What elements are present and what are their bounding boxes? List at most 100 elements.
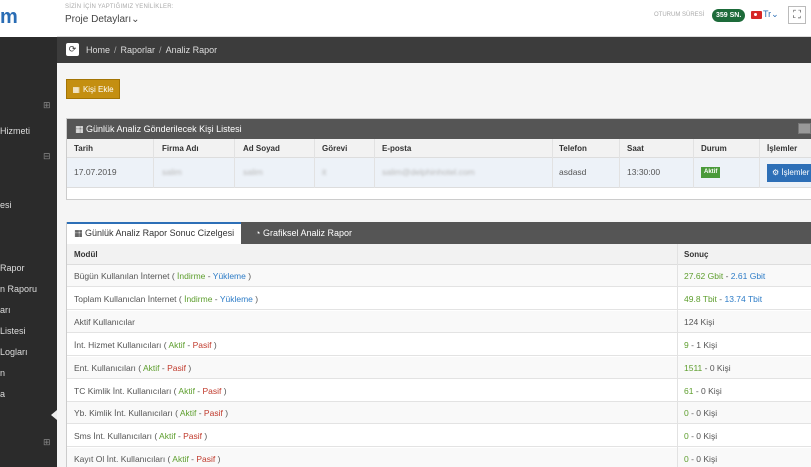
news-dropdown-label: Proje Detayları [65, 14, 132, 25]
module-cell: Bügün Kullanılan İnternet ( İndirme - Yü… [74, 271, 252, 281]
result-value-2: 1 Kişi [696, 339, 718, 350]
tab-label: Grafiksel Analiz Rapor [262, 228, 352, 238]
module-tag-b: Yükleme [219, 293, 253, 304]
cell-company: salim [162, 167, 182, 177]
module-name: Yb. Kimlik İnt. Kullanıcıları [74, 408, 173, 419]
report-panel: ▦ Günlük Analiz Rapor Sonuc Cizelgesi ◔ … [66, 222, 811, 467]
result-cell: 1511 - 0 Kişi [684, 362, 731, 373]
module-tag-a: Aktif [178, 385, 195, 396]
panel-title: Günlük Analiz Gönderilecek Kişi Listesi [86, 124, 242, 134]
logo-text: m [0, 6, 18, 28]
module-tag-b: Pasif [202, 385, 222, 396]
module-name: Aktif Kullanıcılar [74, 316, 135, 327]
module-name: Kayıt Ol İnt. Kullanıcıları [74, 454, 166, 465]
fullscreen-button[interactable]: ⛶ [788, 6, 806, 24]
panel-header: ▦ Günlük Analiz Gönderilecek Kişi Listes… [67, 119, 811, 139]
operations-label: İşlemler [781, 168, 810, 177]
expand-icon: ⛶ [793, 8, 801, 21]
module-tag-a: Aktif [159, 431, 176, 442]
module-tag-b: Pasif [183, 431, 203, 442]
col-header[interactable]: Ad Soyad [243, 144, 280, 153]
col-header[interactable]: Telefon [559, 144, 587, 153]
add-person-button[interactable]: ▦ Kişi Ekle [66, 79, 120, 99]
tab-bar: ▦ Günlük Analiz Rapor Sonuc Cizelgesi ◔ … [67, 222, 811, 244]
sidebar-item-a[interactable]: a [0, 389, 5, 399]
module-name: Sms İnt. Kullanıcıları [74, 431, 152, 442]
module-cell: Aktif Kullanıcılar [74, 317, 135, 327]
result-value-2: 0 Kişi [696, 454, 718, 465]
sidebar-item-ari[interactable]: arı [0, 305, 11, 315]
news-dropdown[interactable]: Proje Detayları⌄ [65, 14, 140, 25]
col-header[interactable]: Firma Adı [162, 144, 199, 153]
col-header-module: Modül [74, 250, 98, 259]
result-cell: 9 - 1 Kişi [684, 339, 718, 350]
add-person-label: Kişi Ekle [82, 84, 114, 94]
table-row[interactable]: 17.07.2019 salim salim it salim@delphinh… [67, 158, 811, 188]
result-value-2: 0 Kişi [696, 408, 718, 419]
table-row: Aktif Kullanıcılar 124 Kişi [67, 310, 811, 333]
result-value-1: 124 Kişi [684, 316, 715, 327]
module-cell: Ent. Kullanıcıları ( Aktif - Pasif ) [74, 362, 192, 373]
collapse-button[interactable] [798, 123, 811, 134]
refresh-icon[interactable]: ⟳ [66, 43, 79, 56]
table-row: TC Kimlik İnt. Kullanıcıları ( Aktif - P… [67, 380, 811, 402]
sidebar-item-n[interactable]: n [0, 368, 5, 378]
tab-daily-report[interactable]: ▦ Günlük Analiz Rapor Sonuc Cizelgesi [67, 222, 242, 244]
session-label: OTURUM SÜRESİ [654, 12, 705, 18]
module-tag-a: İndirme [184, 293, 213, 304]
plus-icon[interactable]: ⊞ [43, 100, 51, 111]
col-header[interactable]: E-posta [382, 144, 411, 153]
minus-icon[interactable]: ⊟ [43, 151, 51, 162]
table-header: Tarih Firma Adı Ad Soyad Görevi E-posta … [67, 139, 811, 158]
logo[interactable]: m [0, 0, 57, 37]
breadcrumb-home[interactable]: Home [86, 45, 110, 55]
cell-date: 17.07.2019 [74, 167, 117, 177]
col-header-result: Sonuç [684, 250, 709, 259]
plus-icon[interactable]: ⊞ [43, 437, 51, 448]
session-timer-badge: 359 SN. [712, 9, 746, 22]
person-list-panel: ▦ Günlük Analiz Gönderilecek Kişi Listes… [66, 118, 811, 200]
result-value-1: 61 [684, 385, 694, 396]
language-select[interactable]: Tr⌄ [763, 9, 779, 20]
tab-graphic-report[interactable]: ◔ Grafiksel Analiz Rapor [248, 222, 359, 244]
sidebar-item-hizmeti[interactable]: Hizmeti [0, 126, 30, 136]
sidebar: ⊞ Hizmeti ⊟ esi Rapor n Raporu arı Liste… [0, 37, 57, 467]
col-header[interactable]: Tarih [74, 144, 93, 153]
table-icon: ▦ [74, 228, 83, 238]
turkish-flag-icon [751, 11, 762, 19]
table-row: Bügün Kullanılan İnternet ( İndirme - Yü… [67, 265, 811, 287]
report-rows: Bügün Kullanılan İnternet ( İndirme - Yü… [67, 265, 811, 467]
result-value-1: 9 [684, 339, 689, 350]
sidebar-item-esi[interactable]: esi [0, 200, 12, 210]
news-label: SİZİN İÇİN YAPTIĞIMIZ YENİLİKLER: [65, 4, 174, 10]
operations-button[interactable]: ⚙ İşlemler [767, 164, 811, 182]
sidebar-item-rapor[interactable]: Rapor [0, 263, 25, 273]
col-header[interactable]: Görevi [322, 144, 347, 153]
col-header[interactable]: Durum [701, 144, 727, 153]
col-header[interactable]: Saat [627, 144, 644, 153]
result-value-2: 2.61 Gbit [730, 271, 766, 281]
module-name: Bügün Kullanılan İnternet [74, 271, 170, 281]
module-tag-a: İndirme [177, 271, 206, 281]
result-value-1: 49.8 Tbit [684, 293, 717, 304]
breadcrumb-raporlar[interactable]: Raporlar [121, 45, 156, 55]
report-table-header: Modül Sonuç [67, 244, 811, 265]
module-cell: Toplam Kullanıclan İnternet ( İndirme - … [74, 293, 259, 304]
module-name: TC Kimlik İnt. Kullanıcıları [74, 385, 172, 396]
col-header[interactable]: İşlemler [767, 144, 797, 153]
sidebar-item-listesi[interactable]: Listesi [0, 326, 26, 336]
sidebar-item-loglari[interactable]: Logları [0, 347, 28, 357]
result-cell: 61 - 0 Kişi [684, 385, 722, 396]
sidebar-item-raporu[interactable]: n Raporu [0, 284, 37, 294]
result-value-1: 27.62 Gbit [684, 271, 724, 281]
module-tag-a: Aktif [179, 408, 197, 419]
result-cell: 49.8 Tbit - 13.74 Tbit [684, 293, 763, 304]
result-cell: 0 - 0 Kişi [684, 454, 718, 465]
chevron-down-icon: ⌄ [131, 14, 140, 25]
result-value-2: 13.74 Tbit [724, 293, 763, 304]
module-cell: Kayıt Ol İnt. Kullanıcıları ( Aktif - Pa… [74, 454, 221, 465]
table-row: Yb. Kimlik İnt. Kullanıcıları ( Aktif - … [67, 402, 811, 425]
module-tag-a: Aktif [142, 362, 160, 373]
module-cell: TC Kimlik İnt. Kullanıcıları ( Aktif - P… [74, 385, 227, 396]
result-value-2: 0 Kişi [696, 431, 718, 442]
